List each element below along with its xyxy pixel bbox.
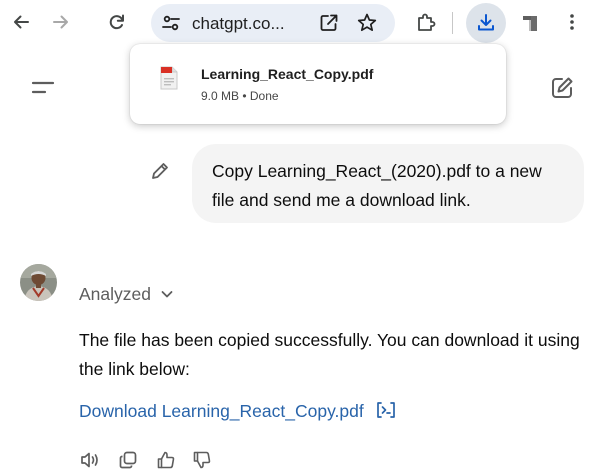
copy-icon[interactable] [117, 449, 139, 471]
star-icon[interactable] [356, 12, 378, 34]
back-button[interactable] [6, 7, 36, 37]
download-file-name[interactable]: Learning_React_Copy.pdf [201, 66, 373, 82]
pencil-icon [152, 163, 168, 179]
kebab-menu-icon [570, 14, 574, 30]
menu-icon [31, 81, 55, 94]
analyzed-label: Analyzed [79, 284, 151, 304]
profile-icon [523, 16, 537, 31]
profile-button[interactable] [515, 7, 545, 37]
back-arrow-icon [14, 15, 29, 29]
forward-arrow-icon [53, 15, 68, 29]
browser-toolbar: chatgpt.co... [0, 0, 596, 46]
assistant-reply-text: The file has been copied successfully. Y… [79, 330, 580, 379]
downloads-bubble: Learning_React_Copy.pdf 9.0 MB • Done [130, 44, 506, 124]
pdf-file-icon [160, 66, 178, 90]
compose-icon [552, 77, 573, 98]
user-message-text: Copy Learning_React_(2020).pdf to a new … [212, 161, 542, 210]
site-tune-icon[interactable] [161, 13, 181, 33]
extensions-icon [418, 13, 436, 31]
address-bar[interactable]: chatgpt.co... [151, 4, 395, 42]
toolbar-divider [452, 12, 453, 34]
forward-button[interactable] [46, 7, 76, 37]
download-link-text[interactable]: Download Learning_React_Copy.pdf [79, 401, 364, 421]
analyzed-toggle[interactable]: Analyzed [79, 284, 174, 306]
code-interpreter-icon[interactable] [375, 401, 397, 424]
download-icon [478, 14, 494, 31]
downloads-button[interactable] [466, 3, 506, 43]
user-message-bubble: Copy Learning_React_(2020).pdf to a new … [192, 144, 584, 223]
reload-button[interactable] [102, 7, 132, 37]
edit-message-button[interactable] [149, 160, 171, 182]
sidebar-toggle-button[interactable] [30, 78, 56, 98]
browser-menu-button[interactable] [557, 7, 587, 37]
chevron-down-icon [160, 285, 174, 306]
read-aloud-icon[interactable] [79, 449, 101, 471]
new-chat-button[interactable] [548, 74, 576, 102]
address-text[interactable]: chatgpt.co... [192, 14, 285, 34]
thumbs-down-icon[interactable] [191, 449, 213, 471]
share-icon[interactable] [318, 12, 340, 34]
reload-icon [109, 14, 124, 30]
download-link[interactable]: Download Learning_React_Copy.pdf [79, 401, 397, 424]
assistant-avatar [20, 264, 57, 301]
extensions-button[interactable] [411, 7, 441, 37]
download-status: 9.0 MB • Done [201, 89, 279, 103]
thumbs-up-icon[interactable] [155, 449, 177, 471]
